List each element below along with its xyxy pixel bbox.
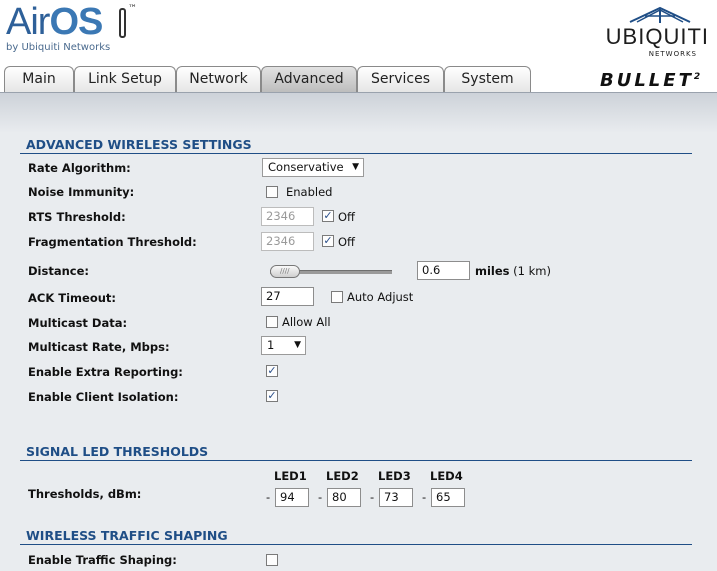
section-rule	[20, 460, 692, 461]
device-name: BULLET	[600, 70, 694, 91]
bullet-device-logo: BULLET2	[600, 70, 703, 91]
distance-input[interactable]: 0.6	[417, 261, 470, 280]
logo-air-text: Air	[6, 1, 50, 43]
ack-timeout-input[interactable]: 27	[261, 287, 314, 306]
rts-off-label: Off	[338, 210, 355, 224]
tab-advanced[interactable]: Advanced	[261, 66, 357, 92]
noise-immunity-label: Noise Immunity:	[28, 185, 135, 199]
frag-threshold-label: Fragmentation Threshold:	[28, 235, 197, 249]
multicast-rate-select[interactable]: 1 ▼	[261, 336, 306, 355]
extra-reporting-checkbox[interactable]: ✓	[266, 365, 278, 377]
brand-sub: NETWORKS	[648, 50, 697, 58]
brand-name: UBIQUITI	[605, 24, 709, 49]
logo-os-text: OS	[49, 1, 103, 43]
led3-dash: -	[370, 490, 375, 504]
rts-off-checkbox[interactable]: ✓	[322, 210, 334, 222]
led4-input[interactable]: 65	[431, 488, 465, 507]
rate-algorithm-value: Conservative	[268, 160, 344, 174]
noise-immunity-checkbox[interactable]	[266, 186, 278, 198]
distance-slider-handle[interactable]: ////	[269, 265, 300, 278]
led3-header: LED3	[378, 469, 411, 483]
distance-unit-miles: miles	[475, 264, 510, 278]
frag-off-label: Off	[338, 235, 355, 249]
extra-reporting-label: Enable Extra Reporting:	[28, 365, 183, 379]
header: AirOS ™ by Ubiquiti Networks UBIQUITI NE…	[0, 0, 717, 62]
chevron-down-icon: ▼	[294, 340, 301, 350]
tab-network[interactable]: Network	[176, 66, 261, 92]
multicast-rate-label: Multicast Rate, Mbps:	[28, 340, 170, 354]
traffic-shaping-label: Enable Traffic Shaping:	[28, 553, 177, 567]
led1-dash: -	[266, 490, 271, 504]
thresholds-label: Thresholds, dBm:	[28, 487, 142, 501]
client-isolation-checkbox[interactable]: ✓	[266, 390, 278, 402]
multicast-allow-all-checkbox[interactable]	[266, 316, 278, 328]
rts-threshold-label: RTS Threshold:	[28, 210, 126, 224]
chevron-down-icon: ▼	[352, 162, 359, 172]
led3-input[interactable]: 73	[379, 488, 413, 507]
ack-auto-adjust-checkbox[interactable]	[331, 291, 343, 303]
tab-link-setup[interactable]: Link Setup	[74, 66, 176, 92]
frag-off-checkbox[interactable]: ✓	[322, 235, 334, 247]
airos-logo: AirOS ™ by Ubiquiti Networks	[6, 1, 137, 53]
section-title-led: SIGNAL LED THRESHOLDS	[26, 444, 209, 459]
led1-input[interactable]: 94	[275, 488, 309, 507]
led4-dash: -	[422, 490, 427, 504]
rate-algorithm-label: Rate Algorithm:	[28, 161, 131, 175]
section-rule	[20, 544, 692, 545]
rate-algorithm-select[interactable]: Conservative ▼	[262, 158, 364, 177]
section-title-advanced: ADVANCED WIRELESS SETTINGS	[26, 137, 252, 152]
led2-header: LED2	[326, 469, 359, 483]
led1-header: LED1	[274, 469, 307, 483]
ack-auto-adjust-label: Auto Adjust	[347, 290, 414, 304]
distance-unit-km: (1 km)	[513, 264, 551, 278]
device-sup: 2	[693, 72, 704, 82]
distance-unit: miles (1 km)	[475, 264, 551, 278]
content-area: ADVANCED WIRELESS SETTINGS Rate Algorith…	[0, 92, 717, 571]
ubiquiti-logo: UBIQUITI NETWORKS	[606, 24, 709, 58]
distance-label: Distance:	[28, 264, 89, 278]
frag-threshold-input[interactable]: 2346	[261, 232, 314, 251]
traffic-shaping-checkbox[interactable]	[266, 554, 278, 566]
tab-services[interactable]: Services	[357, 66, 444, 92]
led2-input[interactable]: 80	[327, 488, 361, 507]
ubiquiti-dish-icon	[629, 6, 691, 23]
logo-byline: by Ubiquiti Networks	[6, 42, 111, 53]
led2-dash: -	[318, 490, 323, 504]
tab-bar: Main Link Setup Network Advanced Service…	[0, 62, 717, 92]
rts-threshold-input[interactable]: 2346	[261, 207, 314, 226]
multicast-allow-all-label: Allow All	[282, 315, 331, 329]
antenna-icon	[119, 8, 126, 38]
tab-main[interactable]: Main	[4, 66, 74, 92]
ack-timeout-label: ACK Timeout:	[28, 291, 117, 305]
section-title-shaping: WIRELESS TRAFFIC SHAPING	[26, 528, 228, 543]
logo-trademark: ™	[128, 4, 137, 14]
section-rule	[20, 153, 692, 154]
multicast-data-label: Multicast Data:	[28, 316, 128, 330]
led4-header: LED4	[430, 469, 463, 483]
tab-system[interactable]: System	[444, 66, 531, 92]
multicast-rate-value: 1	[267, 338, 275, 352]
noise-immunity-checkbox-label: Enabled	[286, 185, 333, 199]
client-isolation-label: Enable Client Isolation:	[28, 390, 179, 404]
